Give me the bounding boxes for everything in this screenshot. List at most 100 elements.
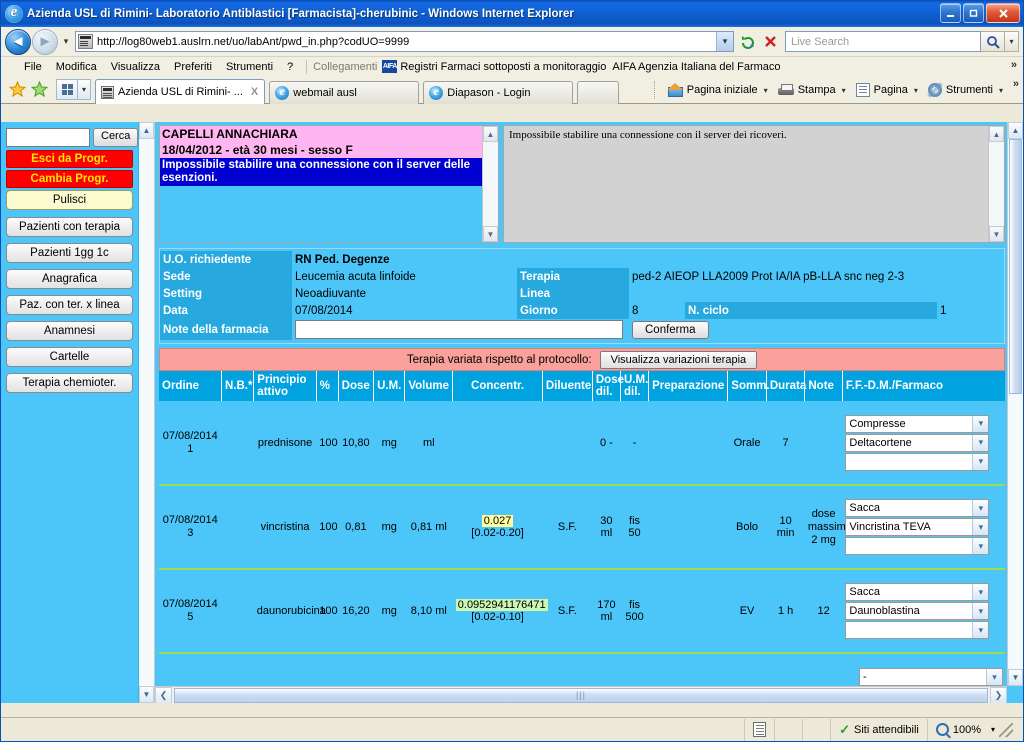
menu-item-preferiti[interactable]: Preferiti: [167, 60, 219, 74]
tab-close-icon[interactable]: X: [251, 86, 258, 98]
print-button[interactable]: Stampa ▾: [774, 82, 850, 99]
scroll-up-icon[interactable]: ▲: [483, 126, 498, 142]
farmaco-name-select[interactable]: Deltacortene ▾: [845, 433, 990, 452]
farmaco-name-select[interactable]: Daunoblastina ▾: [845, 602, 990, 620]
farmaco-name-select[interactable]: Vincristina TEVA ▾: [845, 518, 990, 536]
page-horizontal-scrollbar[interactable]: ❮ ||| ❯: [155, 686, 1007, 703]
search-dropdown-icon[interactable]: ▾: [1005, 31, 1019, 52]
status-doc-cell[interactable]: [744, 718, 774, 741]
chevron-down-icon[interactable]: ▾: [840, 86, 846, 95]
favorites-star-icon[interactable]: [6, 78, 28, 100]
scrollbar-track[interactable]: [483, 142, 498, 226]
menu-item-strumenti[interactable]: Strumenti: [219, 60, 280, 74]
url-bar[interactable]: http://log80web1.auslrn.net/uo/labAnt/pw…: [75, 31, 734, 52]
sidebar-item-anamnesi[interactable]: Anamnesi: [6, 321, 133, 341]
close-button[interactable]: [986, 3, 1020, 23]
add-favorite-icon[interactable]: [28, 78, 50, 100]
table-row: 07/08/2014 5 daunorubicina 100 16,20 mg 8…: [159, 569, 1005, 654]
cambia-progr-button[interactable]: Cambia Progr.: [6, 170, 133, 188]
refresh-button[interactable]: [737, 31, 759, 53]
back-button[interactable]: ◄: [5, 28, 31, 55]
sidebar-item-cartelle[interactable]: Cartelle: [6, 347, 133, 367]
scrollbar-track[interactable]: |||: [172, 687, 990, 703]
menu-item-modifica[interactable]: Modifica: [49, 60, 104, 74]
cell-concentr: 0.0952941176471 [0.02-0.10]: [452, 569, 548, 654]
page-button[interactable]: Pagina ▾: [852, 81, 922, 99]
scrollbar-track[interactable]: [1008, 139, 1023, 669]
sidebar-item-terapia-chemioter[interactable]: Terapia chemioter.: [6, 373, 133, 393]
history-dropdown-icon[interactable]: ▾: [59, 36, 73, 47]
search-box[interactable]: Live Search: [785, 31, 981, 52]
link-registri-farmaci[interactable]: AIFA Registri Farmaci sottoposti a monit…: [382, 60, 612, 73]
farmaco-form-select[interactable]: Sacca ▾: [845, 583, 990, 601]
cell-principio: prednisone: [253, 401, 317, 486]
scrollbar-thumb[interactable]: [1009, 139, 1022, 394]
tab-azienda-usl[interactable]: Azienda USL di Rimini- ... X: [95, 79, 266, 104]
chevron-down-icon: ▾: [972, 434, 989, 451]
link-aifa-agenzia[interactable]: AIFA Agenzia Italiana del Farmaco: [612, 61, 786, 73]
conferma-button[interactable]: Conferma: [632, 320, 709, 339]
scroll-up-icon[interactable]: ▲: [989, 126, 1004, 142]
scroll-up-icon[interactable]: ▲: [1008, 122, 1023, 139]
menu-item-file[interactable]: File: [17, 60, 49, 74]
search-input[interactable]: [6, 128, 90, 147]
page-vertical-scrollbar[interactable]: ▲ ▼: [1007, 122, 1023, 686]
scrollbar-thumb[interactable]: |||: [174, 687, 988, 703]
chevron-down-icon[interactable]: ▾: [985, 725, 995, 734]
restore-button[interactable]: [963, 3, 984, 23]
zoom-control[interactable]: 100% ▾: [926, 718, 1023, 741]
note-farmacia-input[interactable]: [295, 320, 623, 339]
visualizza-variazioni-button[interactable]: Visualizza variazioni terapia: [599, 350, 758, 369]
forward-button[interactable]: ►: [32, 28, 58, 55]
chevron-down-icon[interactable]: ▾: [762, 86, 768, 95]
chevron-down-icon[interactable]: ▾: [912, 86, 918, 95]
resize-grip[interactable]: [999, 722, 1013, 737]
farmaco-extra-select[interactable]: ▾: [845, 537, 990, 555]
scrollbar-track[interactable]: [139, 139, 154, 686]
sidebar-item-paz-con-ter-x-linea[interactable]: Paz. con ter. x linea: [6, 295, 133, 315]
menu-item-help[interactable]: ?: [280, 60, 300, 74]
tab-list-dropdown-icon[interactable]: ▾: [78, 79, 91, 100]
stop-button[interactable]: [759, 31, 781, 53]
url-dropdown-icon[interactable]: ▾: [716, 32, 733, 51]
farmaco-extra-select[interactable]: ▾: [845, 621, 990, 639]
scroll-down-icon[interactable]: ▼: [139, 686, 154, 703]
farmaco-form-select[interactable]: Sacca ▾: [845, 499, 990, 517]
security-zone[interactable]: ✓ Siti attendibili: [830, 718, 927, 741]
esci-da-progr-button[interactable]: Esci da Progr.: [6, 150, 133, 168]
farmaco-extra-select[interactable]: ▾: [845, 452, 990, 471]
chevron-down-icon: ▾: [972, 415, 989, 432]
sidebar-item-pazienti-1gg-1c[interactable]: Pazienti 1gg 1c: [6, 243, 133, 263]
scroll-up-icon[interactable]: ▲: [139, 122, 154, 139]
cell-ordine: 07/08/2014 3: [159, 485, 222, 570]
farmaco-form-select[interactable]: Compresse ▾: [845, 414, 990, 433]
sidebar-item-anagrafica[interactable]: Anagrafica: [6, 269, 133, 289]
cerca-button[interactable]: Cerca: [93, 128, 139, 147]
scroll-down-icon[interactable]: ▼: [1008, 669, 1023, 686]
data-value: 07/08/2014: [295, 304, 353, 317]
farmaco-partial-select[interactable]: - ▾: [859, 668, 1003, 686]
new-tab-button[interactable]: [577, 81, 620, 104]
tab-diapason-login[interactable]: Diapason - Login: [423, 81, 574, 104]
scrollbar-track[interactable]: [989, 142, 1004, 226]
menu-overflow-icon[interactable]: »: [1011, 59, 1017, 71]
patient-panel-scrollbar[interactable]: ▲ ▼: [482, 126, 498, 242]
sidebar-scrollbar[interactable]: ▲ ▼: [139, 122, 155, 703]
pulisci-button[interactable]: Pulisci: [6, 190, 133, 210]
chevron-down-icon[interactable]: ▾: [997, 86, 1003, 95]
minimize-button[interactable]: [940, 3, 961, 23]
scroll-left-icon[interactable]: ❮: [155, 686, 172, 703]
quick-tabs-button[interactable]: [56, 79, 78, 100]
home-button[interactable]: Pagina iniziale ▾: [663, 81, 772, 99]
tools-button[interactable]: Strumenti ▾: [924, 81, 1007, 99]
scroll-down-icon[interactable]: ▼: [483, 226, 498, 242]
menu-item-visualizza[interactable]: Visualizza: [104, 60, 167, 74]
tab-webmail-ausl[interactable]: webmail ausl: [269, 81, 420, 104]
ricoveri-panel-scrollbar[interactable]: ▲ ▼: [988, 126, 1004, 242]
scroll-right-icon[interactable]: ❯: [990, 686, 1007, 703]
sidebar-item-pazienti-con-terapia[interactable]: Pazienti con terapia: [6, 217, 133, 237]
command-overflow-icon[interactable]: »: [1013, 78, 1019, 90]
search-icon[interactable]: [981, 31, 1005, 52]
cell-durata: 10 min: [766, 485, 805, 570]
scroll-down-icon[interactable]: ▼: [989, 226, 1004, 242]
